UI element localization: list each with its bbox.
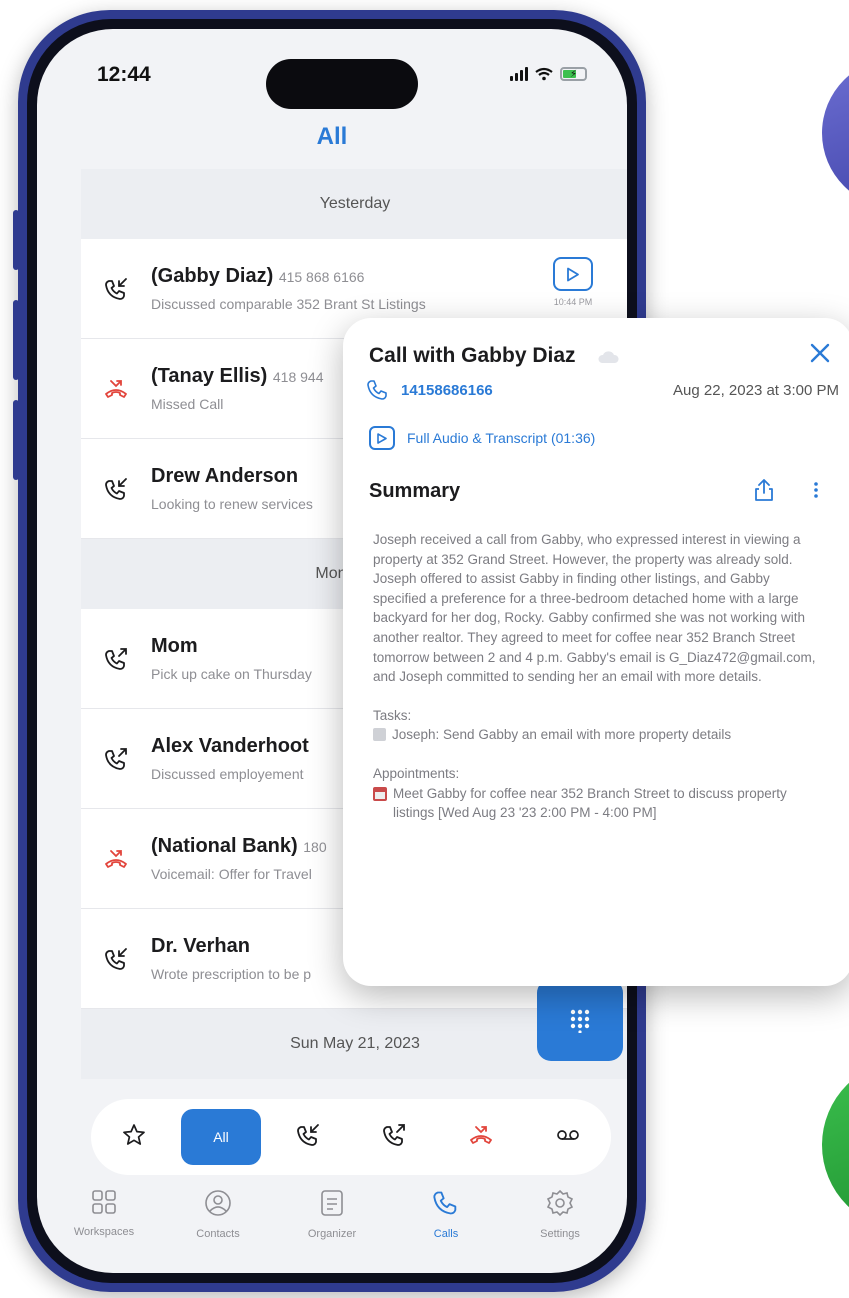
- decorative-purple-circle: [822, 58, 849, 208]
- incoming-call-icon: [81, 477, 151, 501]
- missed-call-icon: [81, 377, 151, 401]
- dynamic-island: [266, 59, 418, 109]
- filter-voicemail[interactable]: [528, 1109, 608, 1165]
- tasks-label: Tasks:: [373, 707, 412, 723]
- close-icon[interactable]: [809, 342, 831, 364]
- contact-name: Dr. Verhan: [151, 935, 250, 957]
- document-icon: [320, 1189, 344, 1222]
- outgoing-call-icon: [81, 747, 151, 771]
- phone-icon: [367, 380, 387, 400]
- tab-settings[interactable]: Settings: [510, 1189, 610, 1240]
- contact-number: 418 944: [272, 369, 324, 385]
- contact-number: 180: [303, 839, 327, 855]
- task-item[interactable]: Joseph: Send Gabby an email with more pr…: [373, 725, 817, 745]
- incoming-call-icon: [81, 947, 151, 971]
- gear-icon: [546, 1189, 574, 1222]
- filter-incoming[interactable]: [268, 1109, 348, 1165]
- wifi-icon: [535, 67, 553, 81]
- filter-favorites[interactable]: [94, 1109, 174, 1165]
- tab-workspaces[interactable]: Workspaces: [54, 1189, 154, 1238]
- tab-bar: Workspaces Contacts Organizer Calls Settings: [37, 1189, 627, 1273]
- tab-organizer[interactable]: Organizer: [282, 1189, 382, 1240]
- contact-name: Alex Vanderhoot: [151, 735, 309, 757]
- tab-label: Contacts: [196, 1228, 240, 1240]
- outgoing-call-icon: [81, 647, 151, 671]
- calendar-icon: [373, 786, 387, 801]
- star-icon: [122, 1123, 146, 1152]
- summary-heading: Summary: [369, 480, 461, 502]
- missed-call-icon: [469, 1123, 493, 1152]
- page-title: All: [316, 123, 348, 150]
- phone-icon: [432, 1189, 460, 1222]
- card-phone-row[interactable]: 14158686166: [365, 378, 493, 402]
- signal-icon: [510, 67, 528, 81]
- call-filter-bar: All: [91, 1099, 611, 1175]
- contact-name: (Tanay Ellis): [151, 365, 268, 387]
- play-recording[interactable]: 10:44 PM: [553, 257, 593, 307]
- incoming-call-icon: [296, 1123, 320, 1152]
- tab-label: Workspaces: [73, 1226, 135, 1238]
- side-button: [13, 300, 19, 380]
- card-date: Aug 22, 2023 at 3:00 PM: [673, 382, 839, 399]
- task-checkbox[interactable]: [373, 728, 386, 742]
- play-icon[interactable]: [553, 257, 593, 291]
- tab-label: Settings: [540, 1228, 580, 1240]
- tab-contacts[interactable]: Contacts: [168, 1189, 268, 1240]
- cloud-icon: [598, 351, 619, 363]
- call-summary-card: Call with Gabby Diaz 14158686166 Aug 22,…: [343, 318, 849, 986]
- side-button: [13, 400, 19, 480]
- decorative-green-circle: [822, 1060, 849, 1230]
- outgoing-call-icon: [382, 1123, 406, 1152]
- tab-label: Calls: [433, 1228, 459, 1240]
- play-time: 10:44 PM: [553, 297, 593, 307]
- status-time: 12:44: [97, 63, 151, 86]
- summary-body: Joseph received a call from Gabby, who e…: [373, 530, 817, 823]
- appointments-label: Appointments:: [373, 765, 460, 781]
- dialpad-button[interactable]: [537, 979, 623, 1061]
- share-icon[interactable]: [753, 478, 775, 502]
- battery-charging-icon: ⚡: [560, 67, 587, 81]
- status-icons: ⚡: [510, 67, 587, 81]
- full-audio-button[interactable]: Full Audio & Transcript (01:36): [369, 426, 595, 450]
- dialpad-icon: [570, 1009, 590, 1033]
- tab-label: Organizer: [307, 1228, 357, 1240]
- user-circle-icon: [204, 1189, 232, 1222]
- filter-all[interactable]: All: [180, 1109, 261, 1165]
- more-options-icon[interactable]: [813, 480, 819, 500]
- contact-name: (National Bank): [151, 835, 298, 857]
- voicemail-icon: [556, 1128, 580, 1147]
- incoming-call-icon: [81, 277, 151, 301]
- contact-name: (Gabby Diaz): [151, 265, 274, 287]
- full-audio-label: Full Audio & Transcript (01:36): [407, 430, 596, 446]
- side-button: [13, 210, 19, 270]
- contact-name: Drew Anderson: [151, 465, 299, 487]
- grid-icon: [91, 1189, 117, 1220]
- summary-text: Joseph received a call from Gabby, who e…: [373, 532, 816, 685]
- appointment-text: Meet Gabby for coffee near 352 Branch St…: [393, 785, 787, 821]
- contact-name: Mom: [151, 635, 198, 657]
- play-icon: [369, 426, 395, 450]
- card-phone-number[interactable]: 14158686166: [401, 382, 493, 399]
- card-title: Call with Gabby Diaz: [369, 344, 576, 367]
- tab-calls[interactable]: Calls: [396, 1189, 496, 1240]
- stage: 12:44 ⚡ All Yesterday (Gabby Diaz) 415 86…: [0, 0, 849, 1298]
- section-header: Yesterday: [81, 169, 627, 239]
- missed-call-icon: [81, 847, 151, 871]
- filter-missed[interactable]: [441, 1109, 521, 1165]
- filter-outgoing[interactable]: [354, 1109, 434, 1165]
- appointment-item[interactable]: Meet Gabby for coffee near 352 Branch St…: [373, 784, 817, 823]
- task-text: Joseph: Send Gabby an email with more pr…: [392, 727, 732, 743]
- contact-number: 415 868 6166: [278, 269, 365, 285]
